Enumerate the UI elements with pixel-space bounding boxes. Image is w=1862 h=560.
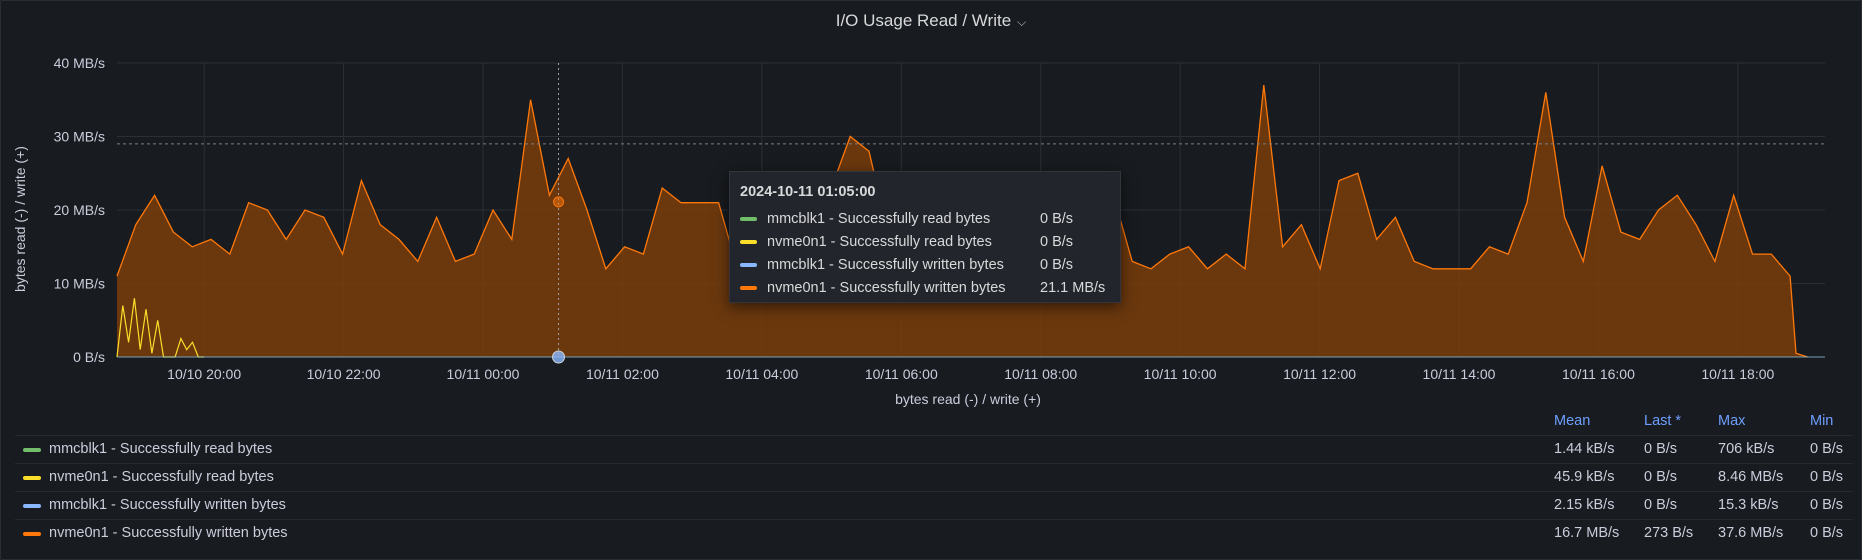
y-tick-label: 20 MB/s bbox=[54, 202, 105, 218]
x-axis-ticks: 10/10 20:00 10/10 22:00 10/11 00:00 10/11 0… bbox=[167, 366, 1774, 382]
legend-series-name[interactable]: nvme0n1 - Successfully written bytes bbox=[49, 525, 288, 541]
tooltip-swatch bbox=[740, 239, 757, 244]
x-tick-label: 10/11 12:00 bbox=[1283, 366, 1356, 382]
tooltip-row: nvme0n1 - Successfully written bytes 21.… bbox=[740, 276, 1110, 299]
legend-series-name[interactable]: mmcblk1 - Successfully written bytes bbox=[49, 497, 286, 513]
legend-last: 0 B/s bbox=[1644, 497, 1678, 513]
y-tick-label: 0 B/s bbox=[73, 349, 105, 365]
tooltip-series-name: nvme0n1 - Successfully written bytes bbox=[767, 279, 1006, 296]
tooltip-series-value: 0 B/s bbox=[1040, 210, 1074, 227]
legend-header-last[interactable]: Last * bbox=[1644, 413, 1681, 429]
legend-series-name[interactable]: mmcblk1 - Successfully read bytes bbox=[49, 441, 272, 457]
x-tick-label: 10/11 00:00 bbox=[447, 366, 520, 382]
legend-max: 706 kB/s bbox=[1718, 441, 1775, 457]
tooltip-series-value: 0 B/s bbox=[1040, 256, 1074, 273]
legend-swatch bbox=[23, 476, 41, 480]
x-tick-label: 10/11 06:00 bbox=[865, 366, 938, 382]
legend-mean: 2.15 kB/s bbox=[1554, 497, 1615, 513]
y-axis-label: bytes read (-) / write (+) bbox=[12, 146, 28, 292]
hover-tooltip: 2024-10-11 01:05:00 mmcblk1 - Successful… bbox=[729, 171, 1121, 303]
tooltip-series-value: 21.1 MB/s bbox=[1040, 279, 1106, 296]
tooltip-swatch bbox=[740, 285, 757, 290]
timeseries-panel: I/O Usage Read / Write ⌵ 0 B/s 10 MB/s 20 M… bbox=[0, 0, 1862, 560]
y-tick-label: 40 MB/s bbox=[54, 55, 105, 71]
legend-last: 0 B/s bbox=[1644, 469, 1678, 485]
tooltip-series-name: nvme0n1 - Successfully read bytes bbox=[767, 233, 992, 250]
x-tick-label: 10/11 04:00 bbox=[725, 366, 798, 382]
legend-mean: 45.9 kB/s bbox=[1554, 469, 1615, 485]
y-tick-label: 10 MB/s bbox=[54, 276, 105, 292]
tooltip-swatch bbox=[740, 216, 757, 221]
y-axis-ticks: 0 B/s 10 MB/s 20 MB/s 30 MB/s 40 MB/s bbox=[54, 55, 105, 365]
y-tick-label: 30 MB/s bbox=[54, 129, 105, 145]
legend-min: 0 B/s bbox=[1810, 469, 1844, 485]
x-tick-label: 10/11 16:00 bbox=[1562, 366, 1635, 382]
legend-header-min[interactable]: Min bbox=[1810, 413, 1833, 429]
legend-max: 15.3 kB/s bbox=[1718, 497, 1779, 513]
tooltip-swatch bbox=[740, 262, 757, 267]
legend-swatch bbox=[23, 448, 41, 452]
legend-min: 0 B/s bbox=[1810, 441, 1844, 457]
legend-swatch bbox=[23, 532, 41, 536]
hover-point-zero bbox=[552, 350, 566, 364]
tooltip-series-name: mmcblk1 - Successfully written bytes bbox=[767, 256, 1004, 273]
x-tick-label: 10/11 08:00 bbox=[1004, 366, 1077, 382]
x-tick-label: 10/11 18:00 bbox=[1701, 366, 1774, 382]
legend-mean: 1.44 kB/s bbox=[1554, 441, 1615, 457]
legend-last: 273 B/s bbox=[1644, 525, 1694, 541]
legend-swatch bbox=[23, 504, 41, 508]
tooltip-series-value: 0 B/s bbox=[1040, 233, 1074, 250]
x-tick-label: 10/10 20:00 bbox=[167, 366, 241, 382]
legend-row[interactable]: mmcblk1 - Successfully read bytes 1.44 k… bbox=[15, 435, 1853, 464]
tooltip-row: mmcblk1 - Successfully written bytes 0 B… bbox=[740, 253, 1110, 276]
legend-max: 8.46 MB/s bbox=[1718, 469, 1784, 485]
legend-row[interactable]: nvme0n1 - Successfully read bytes 45.9 k… bbox=[15, 463, 1853, 492]
x-tick-label: 10/11 14:00 bbox=[1423, 366, 1496, 382]
tooltip-row: nvme0n1 - Successfully read bytes 0 B/s bbox=[740, 230, 1110, 253]
legend-max: 37.6 MB/s bbox=[1718, 525, 1784, 541]
legend-min: 0 B/s bbox=[1810, 525, 1844, 541]
legend-last: 0 B/s bbox=[1644, 441, 1678, 457]
legend-row[interactable]: nvme0n1 - Successfully written bytes 16.… bbox=[15, 519, 1853, 548]
x-tick-label: 10/11 02:00 bbox=[586, 366, 659, 382]
x-tick-label: 10/10 22:00 bbox=[307, 366, 381, 382]
legend-series-name[interactable]: nvme0n1 - Successfully read bytes bbox=[49, 469, 274, 485]
tooltip-series-name: mmcblk1 - Successfully read bytes bbox=[767, 210, 991, 227]
legend-mean: 16.7 MB/s bbox=[1554, 525, 1620, 541]
hover-point-written bbox=[553, 196, 565, 208]
legend-min: 0 B/s bbox=[1810, 497, 1844, 513]
tooltip-row: mmcblk1 - Successfully read bytes 0 B/s bbox=[740, 207, 1110, 230]
legend-row[interactable]: mmcblk1 - Successfully written bytes 2.1… bbox=[15, 491, 1853, 520]
tooltip-time: 2024-10-11 01:05:00 bbox=[740, 184, 876, 200]
x-tick-label: 10/11 10:00 bbox=[1144, 366, 1217, 382]
x-axis-label: bytes read (-) / write (+) bbox=[895, 391, 1041, 407]
legend-header-mean[interactable]: Mean bbox=[1554, 413, 1590, 429]
legend-header: Mean Last * Max Min bbox=[15, 409, 1853, 433]
legend-header-max[interactable]: Max bbox=[1718, 413, 1745, 429]
